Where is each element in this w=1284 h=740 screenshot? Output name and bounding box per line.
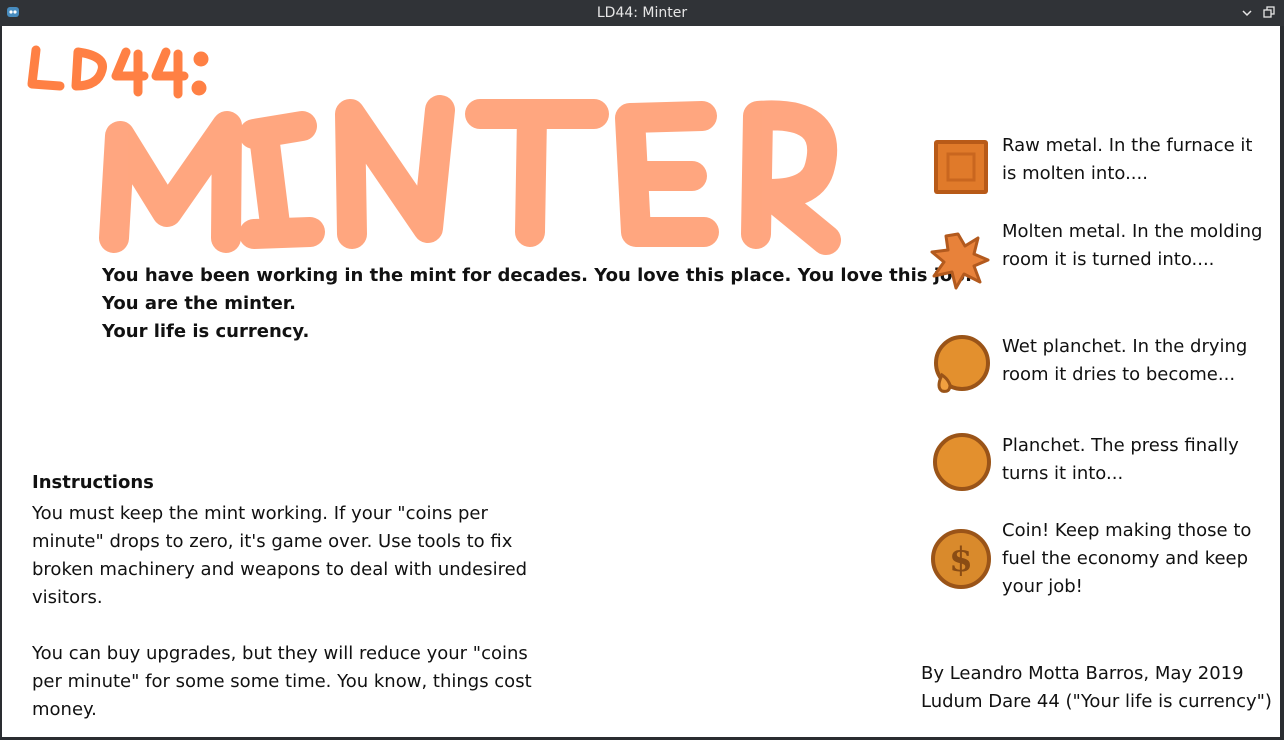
instructions-paragraph: You can buy upgrades, but they will redu… xyxy=(32,643,532,720)
legend-text: Wet planchet. In the drying room it drie… xyxy=(1002,336,1248,385)
legend-item-planchet: Planchet. The press finally turns it int… xyxy=(928,432,1278,512)
intro-text: You have been working in the mint for de… xyxy=(102,262,972,346)
instructions-paragraph: You must keep the mint working. If your … xyxy=(32,503,528,608)
intro-line: Your life is currency. xyxy=(102,321,310,342)
planchet-icon xyxy=(933,433,991,491)
logo-big xyxy=(99,95,841,255)
logo-small xyxy=(27,45,209,99)
legend-item-wet-planchet: Wet planchet. In the drying room it drie… xyxy=(928,333,1278,413)
legend-item-raw-metal: Raw metal. In the furnace it is molten i… xyxy=(928,132,1278,212)
legend-text: Raw metal. In the furnace it is molten i… xyxy=(1002,135,1253,184)
molten-metal-icon xyxy=(930,232,990,290)
coin-icon: $ xyxy=(931,529,991,589)
instructions-body: You must keep the mint working. If your … xyxy=(32,500,532,724)
credits: By Leandro Motta Barros, May 2019 Ludum … xyxy=(921,660,1272,716)
title-bar: LD44: Minter xyxy=(0,0,1284,26)
instructions-heading: Instructions xyxy=(32,472,154,493)
game-window: LD44: Minter You have been working in th… xyxy=(0,0,1284,740)
restore-icon[interactable] xyxy=(1262,5,1276,19)
intro-line: You have been working in the mint for de… xyxy=(102,265,973,286)
intro-line: You are the minter. xyxy=(102,293,296,314)
legend-item-molten-metal: Molten metal. In the molding room it is … xyxy=(928,218,1278,298)
window-title: LD44: Minter xyxy=(596,5,688,21)
legend-item-coin: $ Coin! Keep making those to fuel the ec… xyxy=(928,517,1278,597)
legend-text: Molten metal. In the molding room it is … xyxy=(1002,221,1263,270)
wet-planchet-icon xyxy=(934,335,990,393)
legend-text: Coin! Keep making those to fuel the econ… xyxy=(1002,520,1252,597)
raw-metal-icon xyxy=(934,140,988,194)
svg-text:$: $ xyxy=(949,540,973,580)
credits-event: Ludum Dare 44 ("Your life is currency") xyxy=(921,691,1272,712)
credits-author: By Leandro Motta Barros, May 2019 xyxy=(921,663,1244,684)
title-screen: You have been working in the mint for de… xyxy=(2,26,1280,737)
minimize-icon[interactable] xyxy=(1240,5,1254,19)
legend-text: Planchet. The press finally turns it int… xyxy=(1002,435,1239,484)
